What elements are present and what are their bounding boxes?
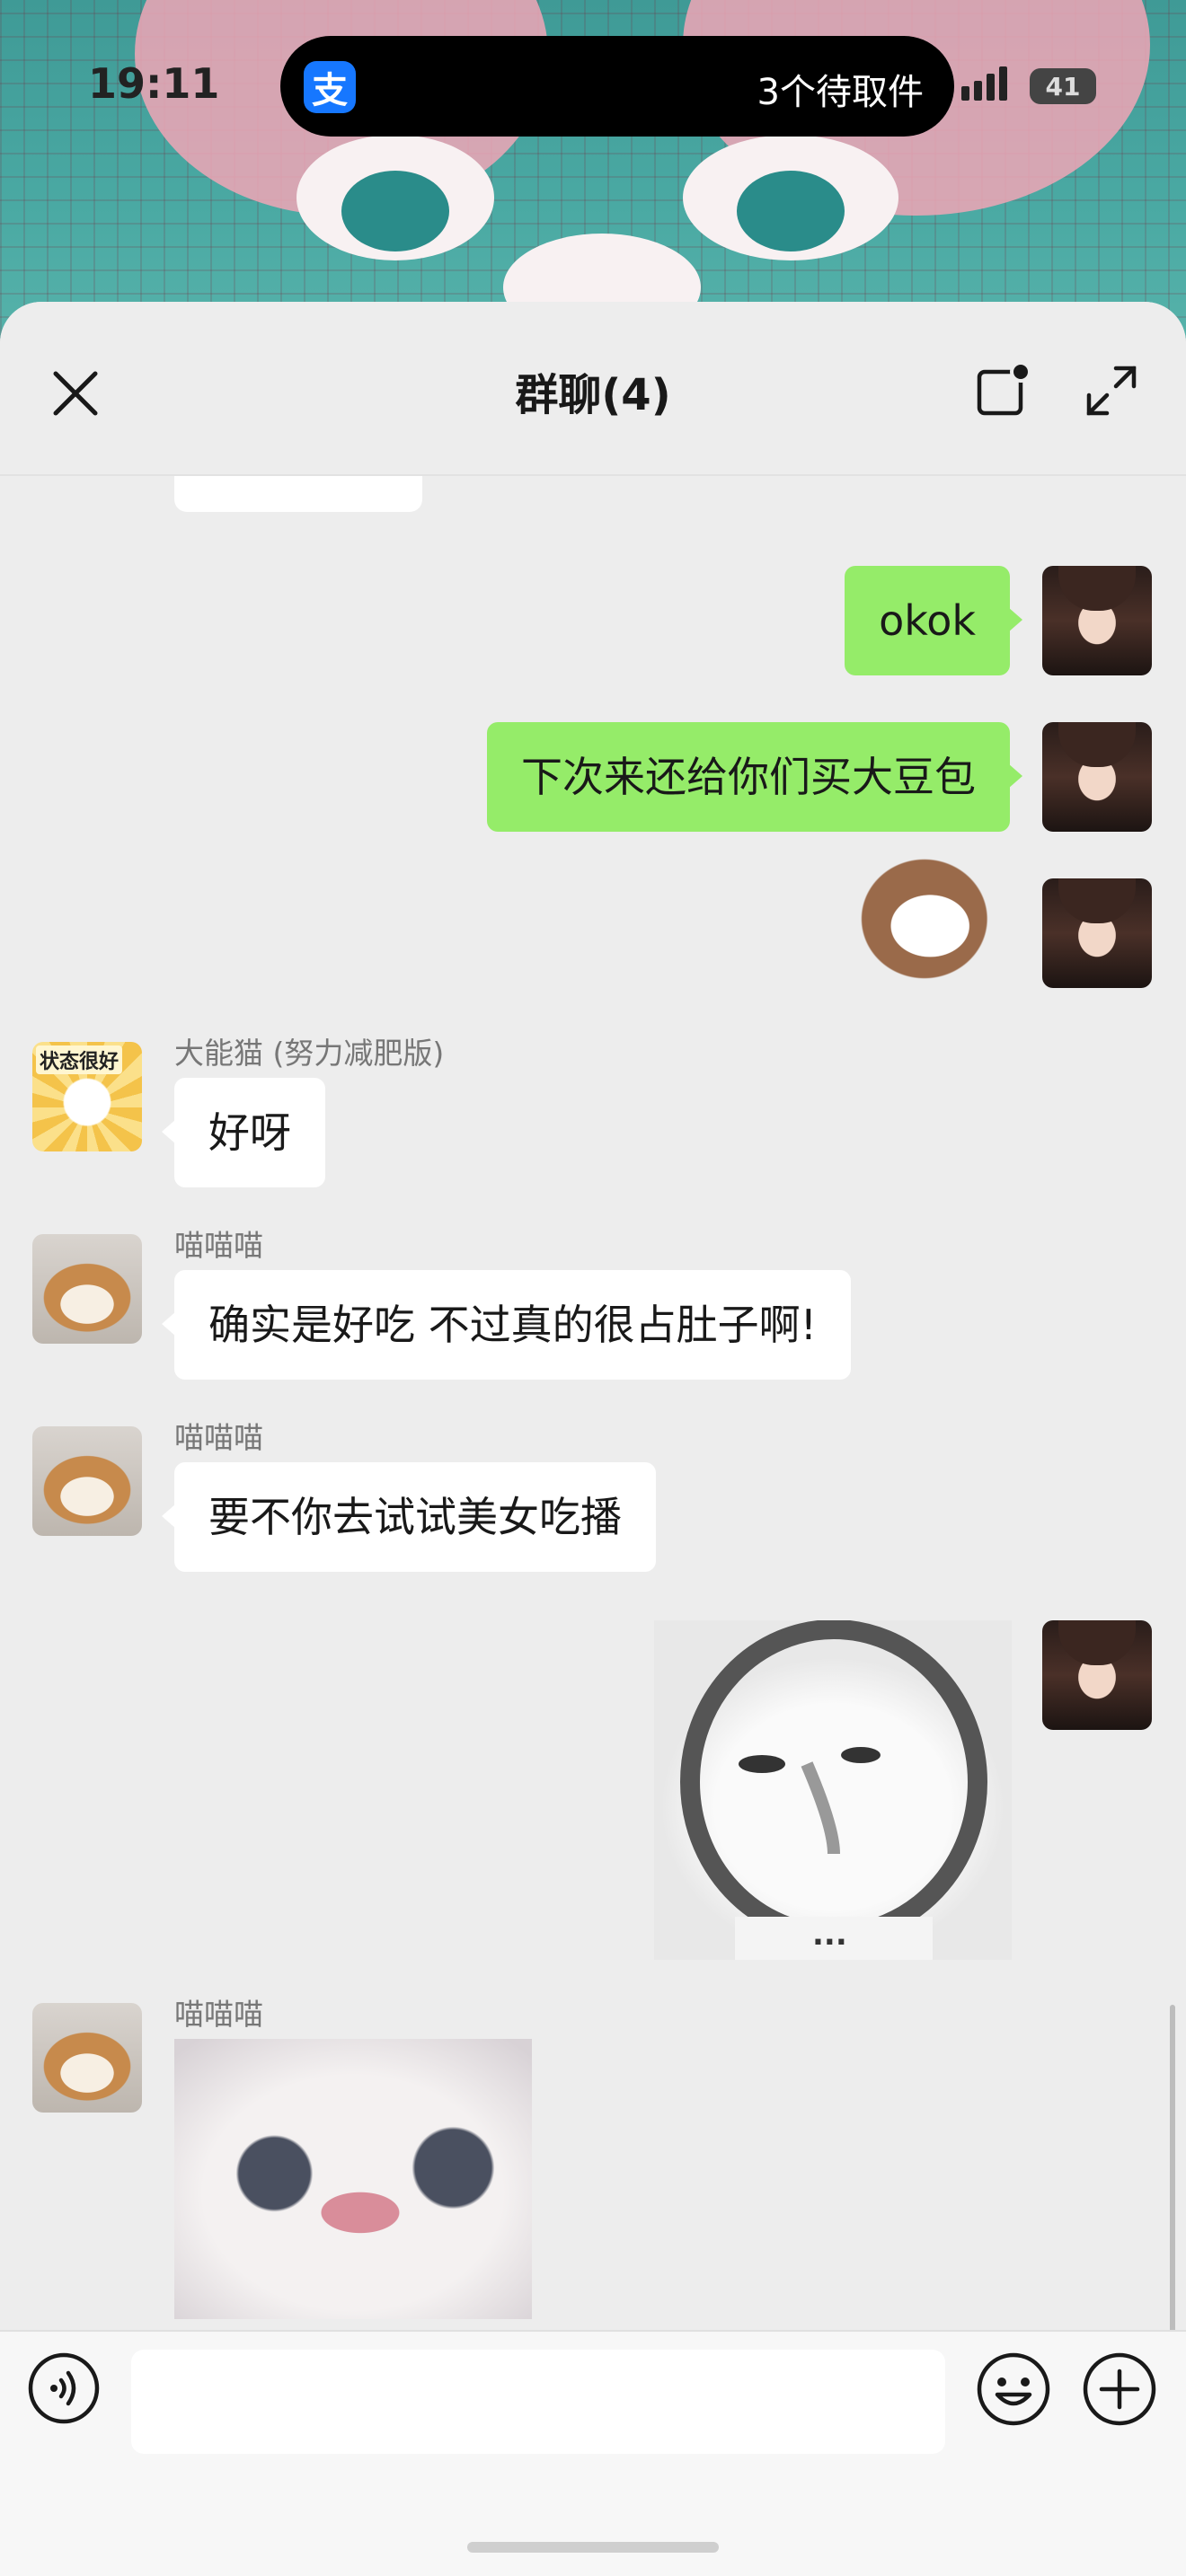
- my-avatar[interactable]: [1042, 722, 1152, 832]
- my-avatar[interactable]: [1042, 878, 1152, 988]
- sender-name: 大能猫 (努力减肥版): [174, 1036, 445, 1071]
- island-text: 3个待取件: [757, 72, 924, 113]
- signal-icon: [961, 66, 1012, 101]
- member-avatar[interactable]: [32, 1234, 142, 1344]
- cat-sticker[interactable]: [855, 848, 999, 990]
- message-list[interactable]: okok 下次来还给你们买大豆包 状态很好 大能猫 (努力减肥版) 好呀 喵喵喵…: [0, 476, 1186, 2332]
- scrollbar[interactable]: [1170, 2005, 1175, 2332]
- message-input[interactable]: [131, 2350, 945, 2454]
- meme-face-sticker[interactable]: ...: [654, 1620, 1012, 1960]
- member-avatar[interactable]: 状态很好: [32, 1042, 142, 1151]
- my-avatar[interactable]: [1042, 1620, 1152, 1730]
- member-avatar[interactable]: [32, 1426, 142, 1536]
- plus-icon[interactable]: [1082, 2351, 1157, 2427]
- message-bubble[interactable]: 好呀: [162, 1078, 325, 1187]
- message-bubble[interactable]: 要不你去试试美女吃播: [162, 1462, 656, 1572]
- floating-window-icon[interactable]: [972, 361, 1031, 420]
- message-bubble[interactable]: 确实是好吃 不过真的很占肚子啊!: [161, 1270, 852, 1380]
- chat-sheet: 群聊(4) okok 下次来还给你们买大豆包 状态很好 大能猫 (努力减肥版) …: [0, 302, 1186, 2576]
- sender-name: 喵喵喵: [174, 1997, 263, 2032]
- dynamic-island[interactable]: 支 3个待取件: [280, 36, 954, 137]
- chat-header: 群聊(4): [0, 302, 1186, 476]
- previous-message-bubble: [174, 476, 422, 512]
- kitten-face-sticker[interactable]: [174, 2039, 532, 2319]
- home-indicator[interactable]: [467, 2542, 719, 2553]
- sender-name: 喵喵喵: [174, 1420, 263, 1455]
- meme-caption: ...: [812, 1917, 847, 1953]
- my-avatar[interactable]: [1042, 566, 1152, 675]
- message-bubble[interactable]: okok: [845, 566, 1022, 675]
- message-bubble[interactable]: 下次来还给你们买大豆包: [487, 722, 1022, 832]
- alipay-icon: 支: [304, 61, 356, 113]
- avatar-tag: 状态很好: [36, 1045, 123, 1074]
- battery-icon: 41: [1030, 68, 1096, 104]
- voice-icon[interactable]: [27, 2351, 101, 2425]
- meme-face-drawing: [680, 1620, 987, 1960]
- emoji-icon[interactable]: [976, 2351, 1051, 2427]
- status-time: 19:11: [88, 59, 220, 108]
- expand-icon[interactable]: [1082, 361, 1141, 420]
- member-avatar[interactable]: [32, 2003, 142, 2113]
- sender-name: 喵喵喵: [174, 1228, 263, 1263]
- input-bar: [0, 2330, 1186, 2576]
